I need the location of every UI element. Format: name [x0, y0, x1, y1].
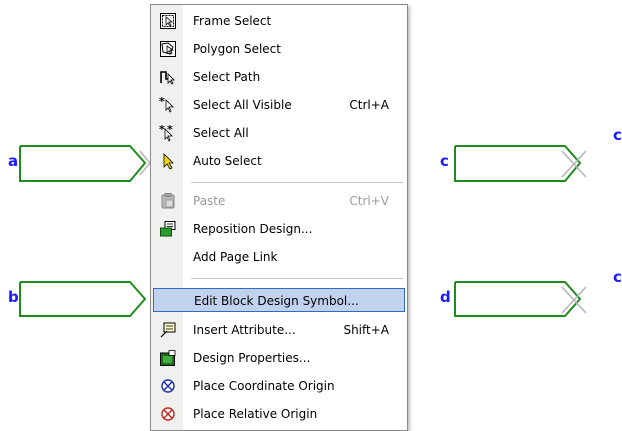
menu-separator [191, 182, 403, 183]
select-all-icon: * * [159, 124, 173, 142]
port-label-a: a [8, 152, 19, 170]
context-menu: Frame Select Polygon Select Select Path … [150, 4, 408, 431]
port-label-partial-1: c [613, 126, 622, 144]
select-all-visible-icon: * [159, 96, 174, 113]
menu-item-place-relative-origin[interactable]: Place Relative Origin [153, 402, 405, 426]
design-properties-icon [160, 350, 176, 366]
polygon-select-icon [160, 41, 176, 57]
menu-item-label: Insert Attribute... [193, 323, 296, 337]
menu-item-shortcut: Ctrl+V [349, 194, 389, 208]
menu-item-frame-select[interactable]: Frame Select [153, 9, 405, 33]
menu-item-label: Select All [193, 126, 249, 140]
menu-item-design-properties[interactable]: Design Properties... [153, 346, 405, 370]
menu-item-label: Frame Select [193, 14, 272, 28]
menu-item-select-all[interactable]: * * Select All [153, 121, 405, 145]
port-block-a[interactable] [19, 145, 161, 182]
menu-item-place-coordinate-origin[interactable]: Place Coordinate Origin [153, 374, 405, 398]
svg-text:*: * [159, 96, 165, 108]
port-label-b: b [8, 288, 19, 306]
reposition-icon [160, 221, 176, 237]
menu-item-label: Paste [193, 194, 226, 208]
port-block-c[interactable] [454, 145, 587, 182]
menu-item-label: Select Path [193, 70, 261, 84]
insert-attribute-icon [160, 322, 176, 338]
menu-item-label: Select All Visible [193, 98, 292, 112]
select-path-icon [160, 71, 175, 85]
menu-item-polygon-select[interactable]: Polygon Select [153, 37, 405, 61]
menu-separator [191, 278, 403, 279]
menu-item-shortcut: Shift+A [343, 323, 389, 337]
paste-icon [161, 193, 175, 209]
menu-item-paste[interactable]: Paste Ctrl+V [153, 189, 405, 213]
port-block-b[interactable] [19, 281, 147, 317]
menu-item-label: Auto Select [193, 154, 262, 168]
menu-item-label: Polygon Select [193, 42, 281, 56]
menu-item-label: Place Relative Origin [193, 407, 318, 421]
menu-item-label: Place Coordinate Origin [193, 379, 335, 393]
svg-text:*: * [159, 124, 165, 136]
menu-item-insert-attribute[interactable]: Insert Attribute... Shift+A [153, 318, 405, 342]
menu-item-select-all-visible[interactable]: * Select All Visible Ctrl+A [153, 93, 405, 117]
menu-item-select-path[interactable]: Select Path [153, 65, 405, 89]
menu-item-label: Design Properties... [193, 351, 311, 365]
port-block-d[interactable] [454, 281, 587, 317]
port-label-partial-2: c [613, 268, 622, 286]
menu-item-reposition-design[interactable]: Reposition Design... [153, 217, 405, 241]
frame-select-icon [160, 13, 176, 29]
menu-item-edit-block-design-symbol[interactable]: Edit Block Design Symbol... [153, 288, 405, 312]
menu-item-add-page-link[interactable]: Add Page Link [153, 245, 405, 269]
auto-select-icon [163, 153, 174, 170]
menu-item-shortcut: Ctrl+A [349, 98, 389, 112]
menu-item-label: Add Page Link [193, 250, 278, 264]
port-label-d: d [440, 288, 451, 306]
menu-item-auto-select[interactable]: Auto Select [153, 149, 405, 173]
port-label-c: c [440, 152, 449, 170]
coordinate-origin-icon [161, 379, 175, 393]
menu-item-label: Reposition Design... [193, 222, 313, 236]
menu-item-label: Edit Block Design Symbol... [194, 294, 359, 308]
relative-origin-icon [161, 407, 175, 421]
